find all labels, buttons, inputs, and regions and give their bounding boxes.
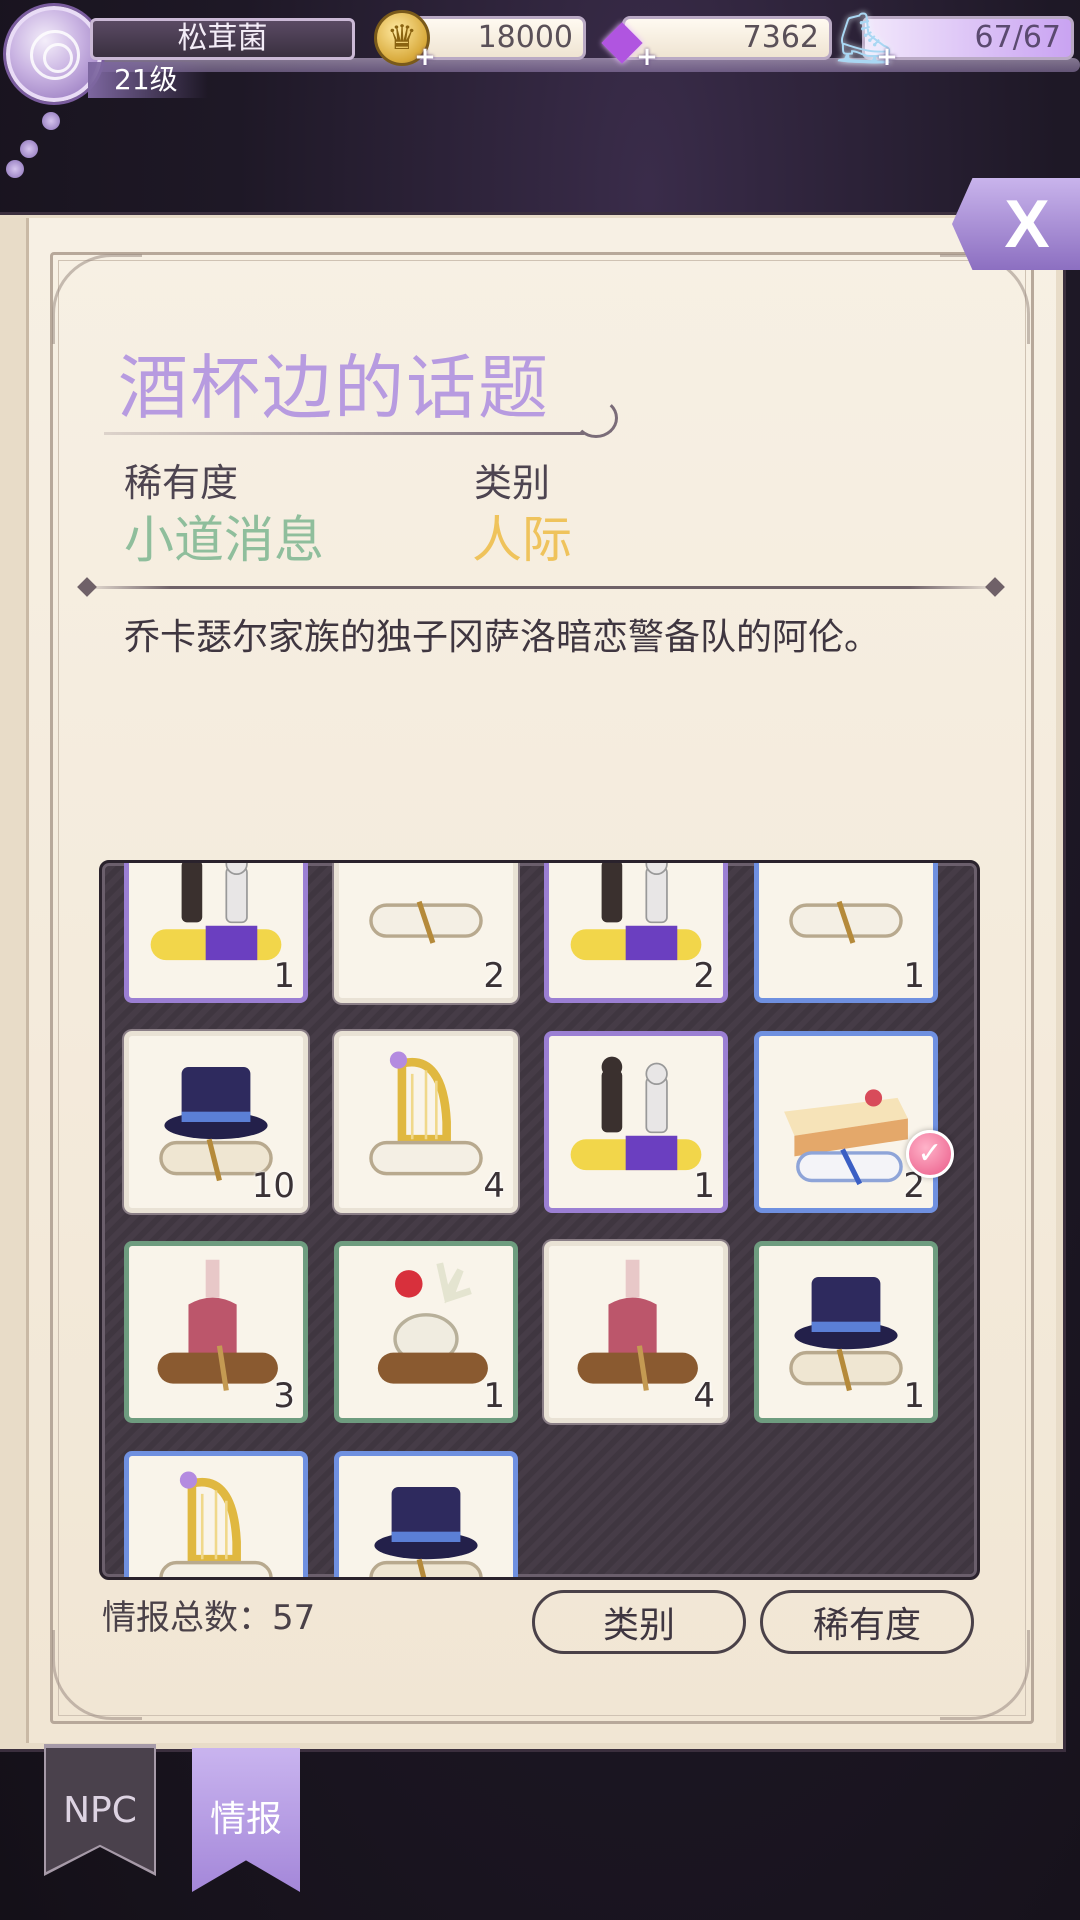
category-label: 类别 [474,461,551,505]
close-button[interactable]: X [952,178,1080,270]
item-count: 2 [693,956,715,996]
top-hat-scroll-icon [339,1456,513,1577]
item-count: 1 [273,956,295,996]
category-filter-button[interactable]: 类别 [532,1590,746,1654]
item-count: 1 [693,1166,715,1206]
rarity-filter-button[interactable]: 稀有度 [760,1590,974,1654]
player-level: 21级 [88,62,208,98]
add-diamond-button[interactable]: + [636,44,658,70]
intel-item[interactable]: 2 [544,863,728,1003]
intel-item[interactable]: 1 [754,1241,938,1423]
top-bar: 松茸菌 21级 18000 ♛ + 7362 ◆ + 67/67 ⛸ + [0,0,1080,200]
intel-item[interactable]: 10 [124,1031,308,1213]
item-count: 2 [483,956,505,996]
swirl-ornament-icon [574,398,618,438]
item-count: 4 [483,1166,505,1206]
flower-decoration [0,80,80,180]
flower-icon [42,112,60,130]
tab-intel[interactable]: 情报 [192,1748,300,1892]
intel-item[interactable]: 1 [124,1451,308,1577]
add-gold-button[interactable]: + [414,44,436,70]
separator [78,586,1002,589]
intel-item[interactable]: 1 [544,1031,728,1213]
category-value: 人际 [472,511,572,569]
harp-scroll-icon [129,1456,303,1577]
selected-check-icon: ✓ [906,1130,954,1178]
intel-item[interactable]: 2 [334,1451,518,1577]
intel-item[interactable]: 4 [334,1031,518,1213]
intel-item[interactable]: 2 [754,1031,938,1213]
top-bar-rail [60,58,1080,72]
rarity-value: 小道消息 [124,511,324,569]
player-name: 松茸菌 [90,18,355,60]
item-count: 3 [273,1376,295,1416]
intel-item[interactable]: 2 [334,863,518,1003]
intel-item[interactable]: 1 [124,863,308,1003]
intel-item[interactable]: 3 [124,1241,308,1423]
info-title: 酒杯边的话题 [118,347,550,429]
rarity-label: 稀有度 [124,461,239,505]
add-stamina-button[interactable]: + [876,44,898,70]
item-count: 1 [903,956,925,996]
intel-item[interactable]: 1 [334,1241,518,1423]
tab-npc[interactable]: NPC [46,1748,154,1872]
intel-item[interactable]: 1 [754,863,938,1003]
flower-icon [20,140,38,158]
item-count: 10 [251,1166,295,1206]
rose-emblem-icon [30,30,80,80]
title-underline [104,432,584,435]
intel-grid[interactable]: 122110412314112 [99,860,980,1580]
intel-total: 情报总数：57 [102,1598,316,1638]
flower-icon [6,160,24,178]
info-description: 乔卡瑟尔家族的独子冈萨洛暗恋警备队的阿伦。 [124,617,881,658]
item-count: 4 [693,1376,715,1416]
intel-item[interactable]: 4 [544,1241,728,1423]
item-count: 1 [903,1376,925,1416]
item-count: 1 [483,1376,505,1416]
